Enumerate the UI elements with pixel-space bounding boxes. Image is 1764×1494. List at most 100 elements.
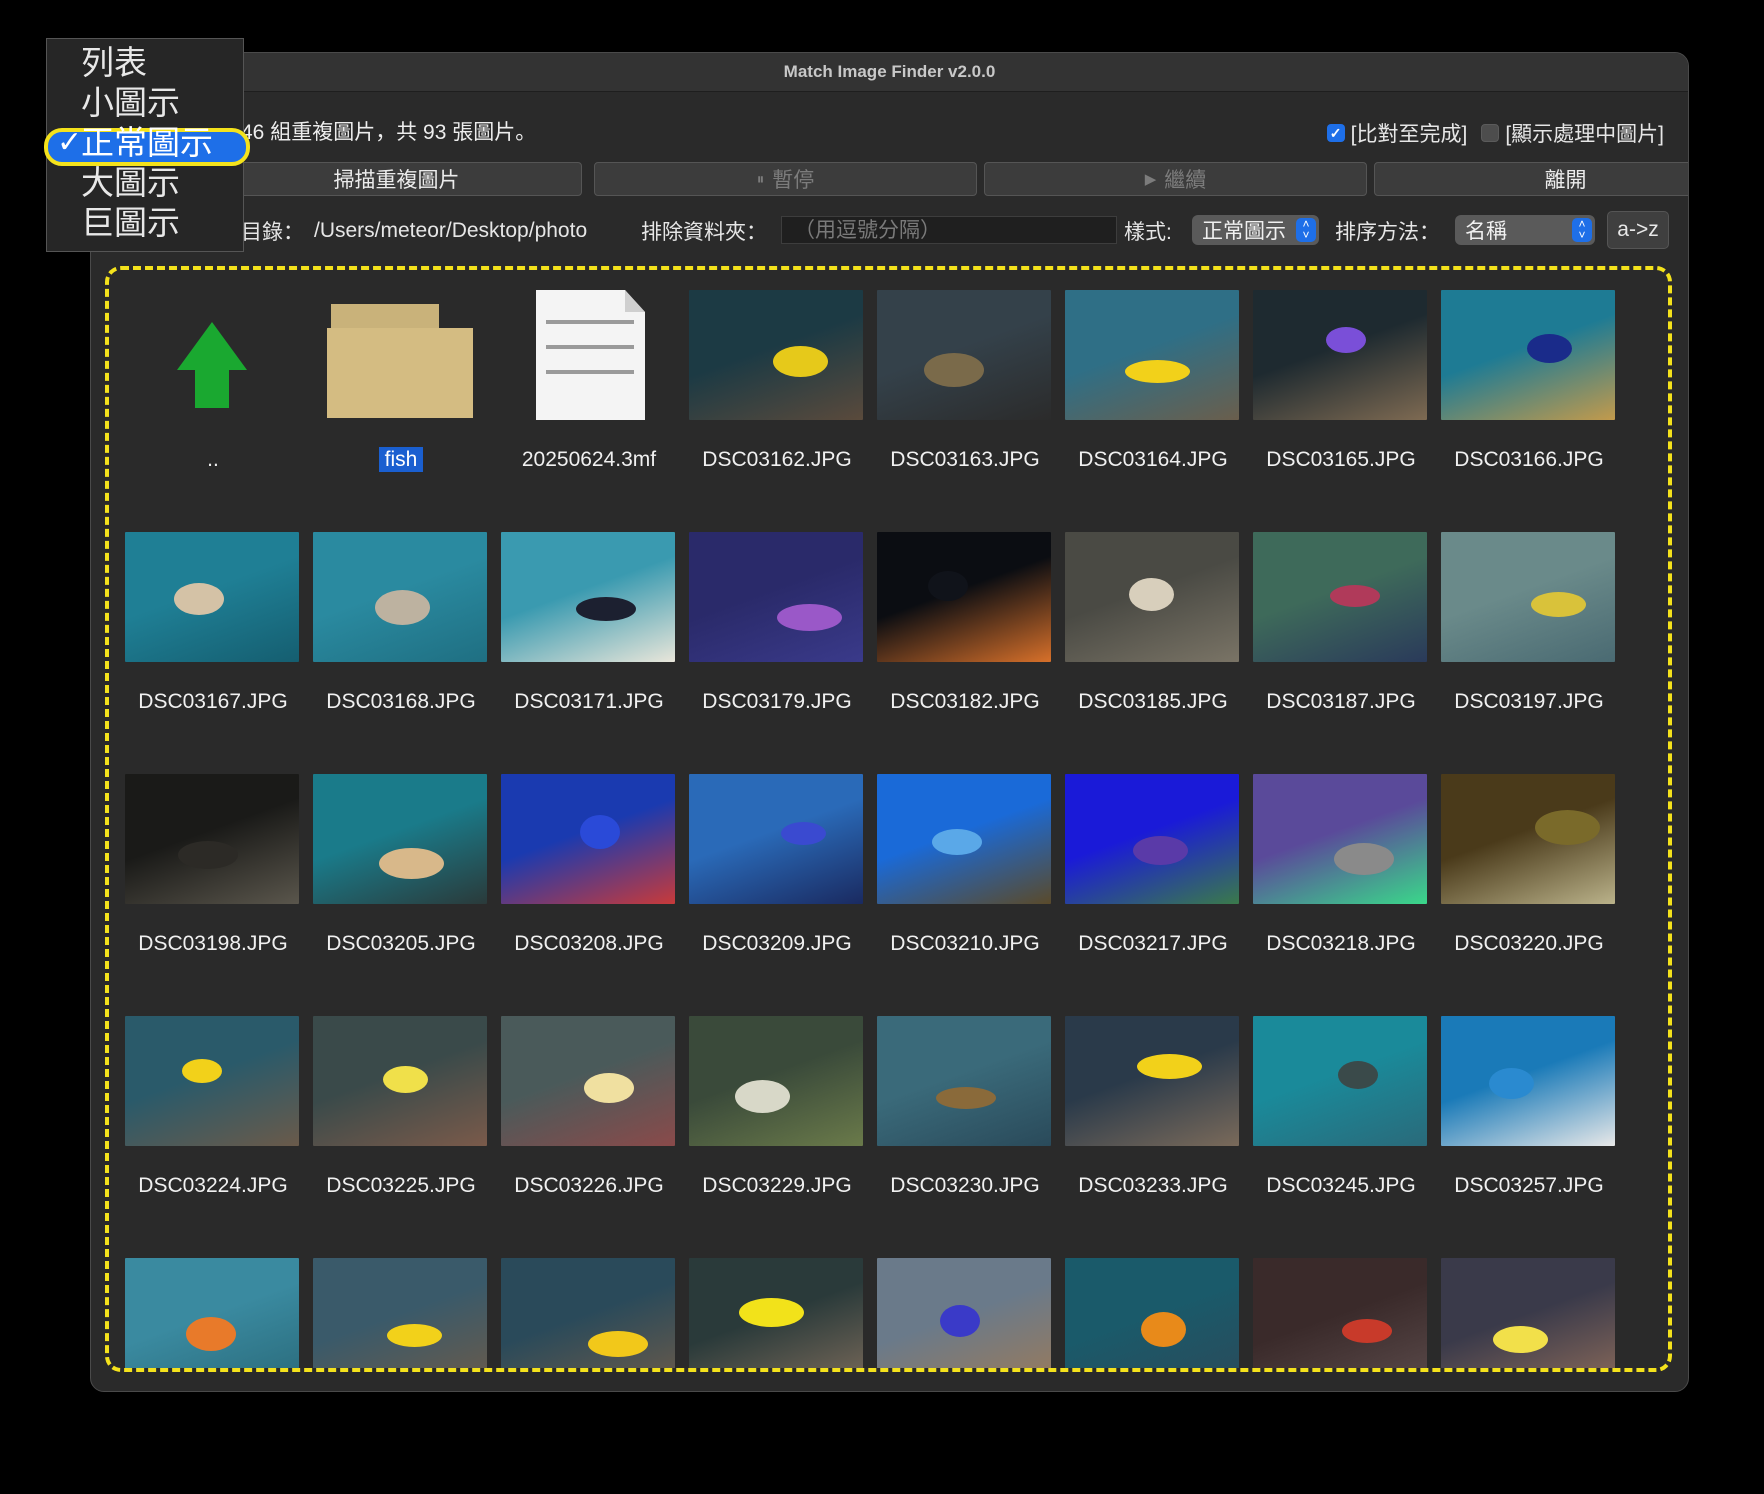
photo-thumbnail [125,1258,299,1368]
pause-button-label: 暫停 [772,169,815,192]
file-name-text: .. [207,448,219,471]
fish-shape [182,1059,222,1083]
file-item[interactable]: 20250624.3mf [495,290,683,532]
fish-shape [773,346,828,377]
file-item[interactable]: .. [119,290,307,532]
file-item[interactable]: DSC03198.JPG [119,774,307,1016]
fish-shape [936,1087,996,1109]
file-item[interactable]: DSC03217.JPG [1059,774,1247,1016]
file-item[interactable] [307,1258,495,1368]
file-item[interactable]: DSC03179.JPG [683,532,871,774]
file-item[interactable]: DSC03218.JPG [1247,774,1435,1016]
fish-shape [1535,810,1600,845]
file-name-text: DSC03220.JPG [1454,932,1604,955]
checkbox-checked-icon[interactable]: ✓ [1326,124,1345,142]
menu-item-small-icons[interactable]: 小圖示 [47,83,243,123]
file-item[interactable]: DSC03224.JPG [119,1016,307,1258]
file-item[interactable] [871,1258,1059,1368]
fish-shape [174,583,224,615]
file-item[interactable]: DSC03205.JPG [307,774,495,1016]
file-name-text: DSC03163.JPG [890,448,1040,471]
file-name-text: DSC03185.JPG [1078,690,1228,713]
pause-button[interactable]: ⏸ 暫停 [594,162,977,196]
checkbox-compare-to-end[interactable]: ✓ [比對至完成] [1326,118,1468,148]
file-name-text: DSC03245.JPG [1266,1174,1416,1197]
fish-shape [588,1331,648,1357]
folder-icon [313,290,487,420]
file-item[interactable]: DSC03220.JPG [1435,774,1623,1016]
file-name: fish [307,447,495,472]
sort-order-button[interactable]: a->z [1607,211,1669,249]
file-item[interactable]: DSC03166.JPG [1435,290,1623,532]
file-name: DSC03197.JPG [1435,690,1623,714]
quit-button-label: 離開 [1544,169,1587,192]
file-item[interactable]: DSC03197.JPG [1435,532,1623,774]
quit-button[interactable]: 離開 [1374,162,1688,196]
fish-shape [1133,836,1188,865]
fish-shape [383,1066,428,1093]
file-item[interactable] [1435,1258,1623,1368]
fish-shape [739,1298,804,1327]
exclude-folders-input[interactable]: （用逗號分隔） [781,216,1117,244]
option-checkboxes: ✓ [比對至完成] [顯示處理中圖片] [1326,113,1664,153]
photo-thumbnail [125,532,299,662]
directory-path[interactable]: /Users/meteor/Desktop/photo [314,219,587,243]
file-name-text: DSC03164.JPG [1078,448,1228,471]
file-item[interactable]: DSC03164.JPG [1059,290,1247,532]
file-item[interactable]: fish [307,290,495,532]
photo-thumbnail [313,532,487,662]
fish-shape [1338,1061,1378,1089]
duplicate-summary: 46 組重複圖片，共 93 張圖片。 [241,121,537,144]
photo-thumbnail [689,290,863,420]
photo-thumbnail [1441,774,1615,904]
file-name: DSC03229.JPG [683,1174,871,1198]
file-item[interactable]: DSC03185.JPG [1059,532,1247,774]
file-name-text: DSC03205.JPG [326,932,476,955]
file-item[interactable]: DSC03226.JPG [495,1016,683,1258]
file-name: DSC03209.JPG [683,932,871,956]
file-item[interactable]: DSC03163.JPG [871,290,1059,532]
fish-shape [576,597,636,621]
file-item[interactable]: DSC03257.JPG [1435,1016,1623,1258]
resume-button[interactable]: ▶ 繼續 [984,162,1367,196]
file-item[interactable]: DSC03162.JPG [683,290,871,532]
file-item[interactable]: DSC03209.JPG [683,774,871,1016]
file-name-text: DSC03187.JPG [1266,690,1416,713]
file-item[interactable]: DSC03225.JPG [307,1016,495,1258]
file-item[interactable] [495,1258,683,1368]
file-item[interactable] [1059,1258,1247,1368]
fish-shape [928,571,968,601]
file-name-text: DSC03179.JPG [702,690,852,713]
file-item[interactable]: DSC03165.JPG [1247,290,1435,532]
menu-item-large-icons[interactable]: 大圖示 [47,163,243,203]
menu-item-huge-icons[interactable]: 巨圖示 [47,203,243,243]
file-item[interactable]: DSC03167.JPG [119,532,307,774]
file-item[interactable] [683,1258,871,1368]
file-item[interactable]: DSC03182.JPG [871,532,1059,774]
file-name: DSC03218.JPG [1247,932,1435,956]
scan-button[interactable]: 掃描重複圖片 [211,162,582,196]
file-item[interactable]: DSC03229.JPG [683,1016,871,1258]
file-name-text: DSC03225.JPG [326,1174,476,1197]
menu-item-list[interactable]: 列表 [47,43,243,83]
style-select[interactable]: 正常圖示 ˄ ˅ [1192,215,1319,245]
file-item[interactable]: DSC03168.JPG [307,532,495,774]
checkbox-compare-to-end-label: [比對至完成] [1350,123,1468,146]
checkmark-icon: ✓ [57,126,83,159]
checkbox-show-processing[interactable]: [顯示處理中圖片] [1481,118,1664,148]
photo-thumbnail [125,1016,299,1146]
file-name-text: 20250624.3mf [521,448,657,471]
file-item[interactable]: DSC03233.JPG [1059,1016,1247,1258]
file-item[interactable]: DSC03230.JPG [871,1016,1059,1258]
sort-select[interactable]: 名稱 ˄ ˅ [1455,215,1595,245]
file-item[interactable] [1247,1258,1435,1368]
file-item[interactable]: DSC03245.JPG [1247,1016,1435,1258]
file-item[interactable]: DSC03187.JPG [1247,532,1435,774]
file-item[interactable] [119,1258,307,1368]
photo-thumbnail [689,1258,863,1368]
file-item[interactable]: DSC03208.JPG [495,774,683,1016]
file-item[interactable]: DSC03210.JPG [871,774,1059,1016]
checkbox-unchecked-icon[interactable] [1481,124,1500,142]
menu-item-normal-icons[interactable]: ✓ 正常圖示 [47,123,243,163]
file-item[interactable]: DSC03171.JPG [495,532,683,774]
